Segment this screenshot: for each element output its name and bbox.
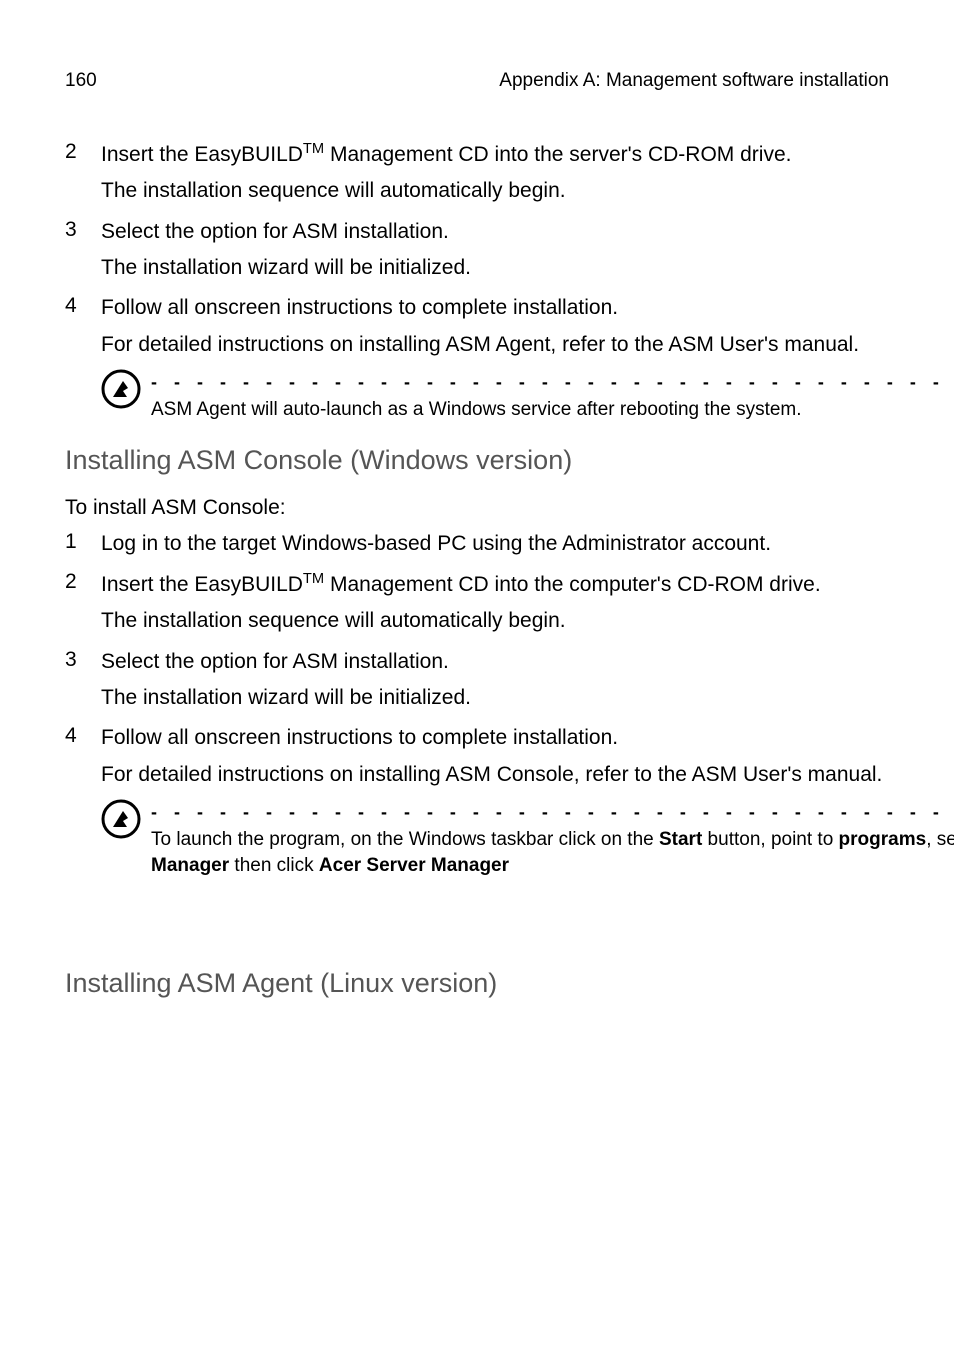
step-subtext: The installation wizard will be initiali… — [101, 684, 889, 712]
note-icon — [101, 369, 147, 414]
section-heading-console: Installing ASM Console (Windows version) — [65, 445, 889, 476]
step-number: 3 — [65, 648, 101, 672]
note-divider: - - - - - - - - - - - - - - - - - - - - … — [151, 799, 954, 821]
note-block: - - - - - - - - - - - - - - - - - - - - … — [101, 799, 889, 878]
section-heading-linux: Installing ASM Agent (Linux version) — [65, 968, 889, 999]
step-subtext: For detailed instructions on installing … — [101, 331, 889, 359]
step-item: 2 Insert the EasyBUILDTM Management CD i… — [65, 570, 889, 599]
step-text: Follow all onscreen instructions to comp… — [101, 294, 618, 322]
step-item: 3 Select the option for ASM installation… — [65, 648, 889, 676]
step-subtext: The installation sequence will automatic… — [101, 177, 889, 205]
step-number: 1 — [65, 530, 101, 554]
section-intro: To install ASM Console: — [65, 496, 889, 520]
step-subtext: The installation wizard will be initiali… — [101, 254, 889, 282]
note-text: ASM Agent will auto-launch as a Windows … — [151, 397, 954, 423]
steps-section-a: 2 Insert the EasyBUILDTM Management CD i… — [65, 140, 889, 423]
page-content: 160 Appendix A: Management software inst… — [0, 0, 954, 1089]
steps-section-b: 1 Log in to the target Windows-based PC … — [65, 530, 889, 879]
appendix-title: Appendix A: Management software installa… — [499, 70, 889, 92]
step-item: 2 Insert the EasyBUILDTM Management CD i… — [65, 140, 889, 169]
step-text: Follow all onscreen instructions to comp… — [101, 724, 618, 752]
step-number: 4 — [65, 724, 101, 748]
step-text: Select the option for ASM installation. — [101, 648, 449, 676]
note-content: - - - - - - - - - - - - - - - - - - - - … — [151, 799, 954, 878]
note-block: - - - - - - - - - - - - - - - - - - - - … — [101, 369, 889, 423]
step-item: 4 Follow all onscreen instructions to co… — [65, 724, 889, 752]
step-text: Insert the EasyBUILDTM Management CD int… — [101, 570, 821, 599]
note-divider: - - - - - - - - - - - - - - - - - - - - … — [151, 369, 954, 391]
step-text: Select the option for ASM installation. — [101, 218, 449, 246]
page-header: 160 Appendix A: Management software inst… — [65, 70, 889, 92]
step-item: 4 Follow all onscreen instructions to co… — [65, 294, 889, 322]
step-subtext: The installation sequence will automatic… — [101, 607, 889, 635]
note-content: - - - - - - - - - - - - - - - - - - - - … — [151, 369, 954, 423]
step-number: 3 — [65, 218, 101, 242]
step-number: 2 — [65, 140, 101, 164]
step-subtext: For detailed instructions on installing … — [101, 761, 889, 789]
note-text: To launch the program, on the Windows ta… — [151, 827, 954, 878]
step-item: 3 Select the option for ASM installation… — [65, 218, 889, 246]
step-text: Log in to the target Windows-based PC us… — [101, 530, 771, 558]
step-item: 1 Log in to the target Windows-based PC … — [65, 530, 889, 558]
note-icon — [101, 799, 147, 844]
step-number: 2 — [65, 570, 101, 594]
page-number: 160 — [65, 70, 97, 92]
step-text: Insert the EasyBUILDTM Management CD int… — [101, 140, 791, 169]
step-number: 4 — [65, 294, 101, 318]
